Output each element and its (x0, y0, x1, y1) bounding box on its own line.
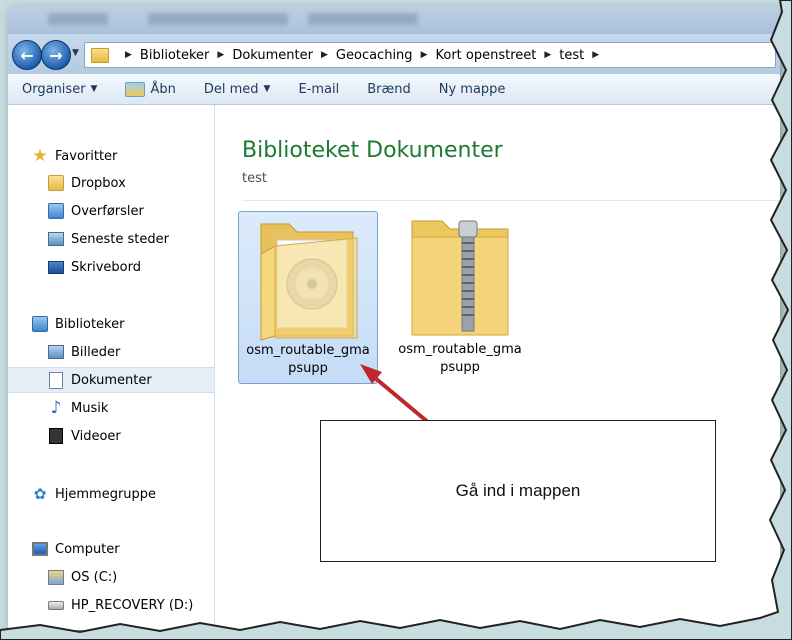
breadcrumb-geocaching[interactable]: Geocaching (336, 48, 413, 63)
nav-os-drive[interactable]: OS (C:) (8, 564, 214, 590)
computer-icon (32, 541, 48, 557)
star-icon: ★ (32, 145, 48, 166)
nav-label: Computer (55, 541, 120, 557)
burn-button[interactable]: Brænd (353, 82, 425, 97)
share-label: Del med (203, 81, 259, 97)
blurred-title (48, 13, 108, 25)
blurred-title (148, 13, 288, 25)
nav-label: Biblioteker (55, 316, 125, 332)
file-name: osm_routable_gmapsupp (246, 343, 370, 376)
libraries-icon (32, 316, 48, 332)
dropbox-folder-icon (48, 175, 64, 191)
nav-downloads[interactable]: Overførsler (8, 198, 214, 224)
desktop-icon (48, 259, 64, 275)
homegroup-icon: ✿ (33, 484, 47, 503)
nav-pictures[interactable]: Billeder (8, 339, 214, 365)
downloads-folder-icon (48, 203, 64, 219)
disc-folder-icon (260, 223, 358, 341)
folder-icon (91, 47, 109, 63)
drive-icon (48, 597, 64, 613)
address-bar[interactable]: ▶ Biblioteker ▶ Dokumenter ▶ Geocaching ▶ Ko… (84, 42, 776, 68)
recent-places-icon (48, 231, 64, 247)
organise-label: Organiser (22, 81, 86, 97)
nav-label: OS (C:) (71, 569, 118, 585)
nav-label: Favoritter (55, 148, 118, 164)
breadcrumb-libraries[interactable]: Biblioteker (140, 48, 209, 63)
open-label: Åbn (150, 81, 176, 97)
nav-label: Dokumenter (71, 372, 152, 388)
file-item-zip-folder[interactable]: osm_routable_gmapsupp (390, 211, 530, 384)
os-drive-icon (48, 569, 64, 585)
nav-label: Overførsler (71, 203, 144, 219)
chevron-down-icon: ▼ (263, 84, 271, 94)
organise-button[interactable]: Organiser ▼ (8, 82, 111, 97)
nav-label: Musik (71, 400, 109, 416)
new-folder-label: Ny mappe (438, 81, 506, 97)
address-bar-row: ← → ▼ ▶ Biblioteker ▶ Dokumenter ▶ Geocachi… (8, 34, 780, 74)
back-button[interactable]: ← (12, 40, 42, 70)
divider (242, 200, 780, 201)
music-note-icon: ♪ (50, 397, 62, 418)
callout-text: Gå ind i mappen (455, 481, 581, 500)
nav-dropbox[interactable]: Dropbox (8, 170, 214, 196)
chevron-right-icon[interactable]: ▶ (592, 50, 599, 60)
nav-label: Seneste steder (71, 231, 169, 247)
nav-desktop[interactable]: Skrivebord (8, 254, 214, 280)
new-folder-button[interactable]: Ny mappe (425, 82, 520, 97)
nav-homegroup[interactable]: ✿ Hjemmegruppe (8, 481, 214, 507)
callout-box: Gå ind i mappen (320, 420, 716, 562)
file-item-disc-folder[interactable]: osm_routable_gmapsupp (238, 211, 378, 384)
forward-button[interactable]: → (41, 40, 71, 70)
breadcrumb-documents[interactable]: Dokumenter (232, 48, 313, 63)
open-folder-icon (125, 81, 146, 97)
nav-recent[interactable]: Seneste steder (8, 226, 214, 252)
nav-music[interactable]: ♪ Musik (8, 395, 214, 421)
nav-computer[interactable]: Computer (8, 536, 214, 562)
nav-label: Videoer (71, 428, 121, 444)
library-title: Biblioteket Dokumenter (242, 138, 503, 163)
zip-folder-icon (411, 220, 509, 336)
navigation-pane: ★ Favoritter Dropbox Overførsler Seneste… (8, 105, 215, 630)
nav-label: HP_RECOVERY (D:) (71, 597, 194, 613)
nav-label: Skrivebord (71, 259, 142, 275)
chevron-right-icon[interactable]: ▶ (421, 50, 428, 60)
chevron-right-icon[interactable]: ▶ (321, 50, 328, 60)
nav-label: Dropbox (71, 175, 126, 191)
burn-label: Brænd (367, 81, 411, 97)
file-name: osm_routable_gmapsupp (398, 342, 522, 375)
recent-pages-dropdown-icon[interactable]: ▼ (72, 48, 79, 58)
library-subtitle: test (242, 171, 267, 186)
chevron-right-icon[interactable]: ▶ (217, 50, 224, 60)
nav-recovery-drive[interactable]: HP_RECOVERY (D:) (8, 592, 214, 618)
pictures-icon (48, 344, 64, 360)
chevron-right-icon[interactable]: ▶ (544, 50, 551, 60)
title-bar (8, 6, 780, 34)
breadcrumb-kort-openstreet[interactable]: Kort openstreet (435, 48, 536, 63)
film-icon (48, 428, 64, 444)
chevron-down-icon: ▼ (90, 84, 98, 94)
nav-documents[interactable]: Dokumenter (8, 367, 214, 393)
breadcrumb-test[interactable]: test (559, 48, 584, 63)
nav-libraries[interactable]: Biblioteker (8, 311, 214, 337)
nav-favorites[interactable]: ★ Favoritter (8, 143, 214, 169)
chevron-right-icon[interactable]: ▶ (125, 50, 132, 60)
nav-videos[interactable]: Videoer (8, 423, 214, 449)
open-button[interactable]: Åbn (111, 81, 189, 97)
blurred-title (308, 13, 418, 25)
document-icon (48, 371, 64, 389)
email-button[interactable]: E-mail (284, 82, 353, 97)
command-bar: Organiser ▼ Åbn Del med ▼ E-mail Brænd Ny … (8, 74, 780, 105)
share-button[interactable]: Del med ▼ (190, 82, 285, 97)
email-label: E-mail (298, 81, 340, 97)
nav-label: Billeder (71, 344, 121, 360)
nav-label: Hjemmegruppe (55, 486, 157, 502)
